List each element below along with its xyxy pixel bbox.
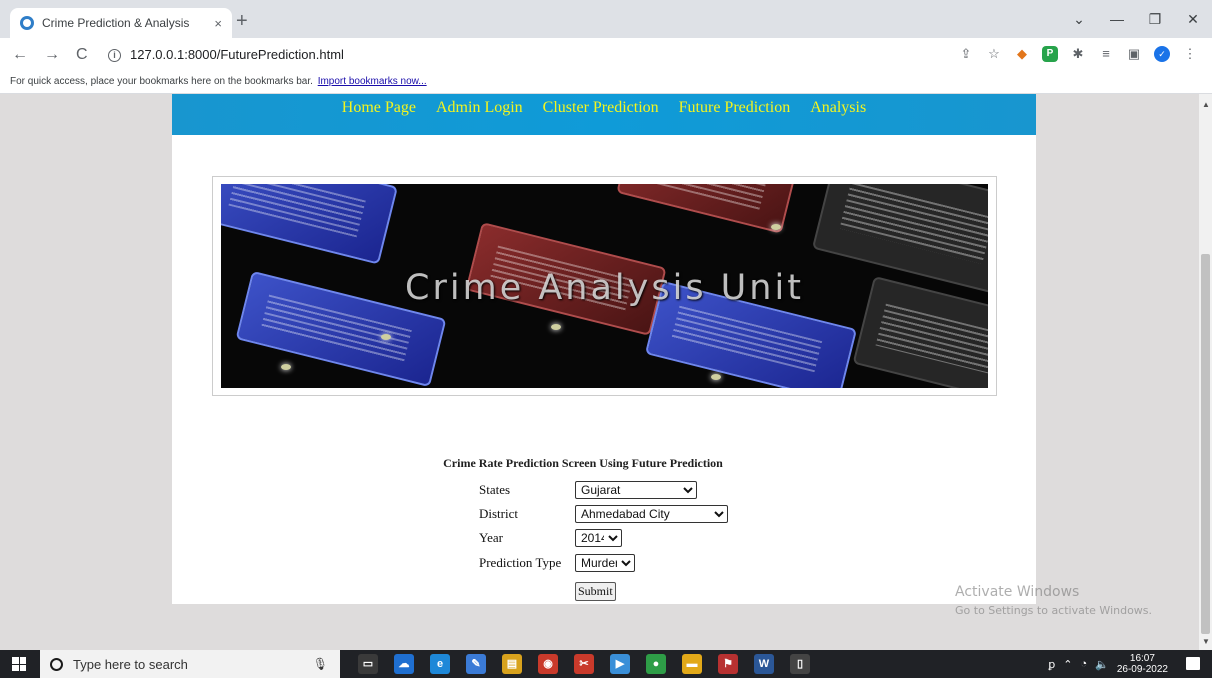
- clock-time: 16:07: [1129, 653, 1155, 664]
- side-panel-icon[interactable]: ▣: [1126, 46, 1142, 62]
- close-window-button[interactable]: ✕: [1174, 0, 1212, 38]
- close-tab-icon[interactable]: ×: [214, 16, 222, 31]
- forward-icon[interactable]: →: [44, 45, 60, 65]
- file-explorer-icon[interactable]: ▬: [682, 654, 702, 674]
- tab-title: Crime Prediction & Analysis: [42, 16, 190, 30]
- menu-future-prediction[interactable]: Future Prediction: [679, 99, 791, 135]
- main-menu: Home Page Admin Login Cluster Prediction…: [172, 94, 1036, 135]
- edge-icon[interactable]: e: [430, 654, 450, 674]
- year-label: Year: [479, 530, 503, 545]
- prediction-type-select[interactable]: Murder: [575, 554, 635, 572]
- district-select[interactable]: Ahmedabad City: [575, 505, 728, 523]
- menu-kebab-icon[interactable]: ⋮: [1182, 46, 1198, 62]
- metamask-extension-icon[interactable]: ◆: [1014, 46, 1030, 62]
- import-bookmarks-link[interactable]: Import bookmarks now...: [318, 76, 427, 87]
- back-icon[interactable]: ←: [12, 45, 28, 65]
- banner-frame: Crime Analysis Unit: [212, 176, 997, 396]
- states-select[interactable]: Gujarat: [575, 481, 697, 499]
- word-icon[interactable]: W: [754, 654, 774, 674]
- address-bar[interactable]: 127.0.0.1:8000/FuturePrediction.html: [130, 47, 344, 62]
- menu-home-page[interactable]: Home Page: [342, 99, 416, 135]
- banner-title: Crime Analysis Unit: [405, 268, 804, 308]
- tab-search-icon[interactable]: ⌄: [1060, 0, 1098, 38]
- globe-icon: [20, 16, 34, 30]
- year-select[interactable]: 2014: [575, 529, 622, 547]
- app-tool-icon[interactable]: ✂: [574, 654, 594, 674]
- system-tray: ꝑ ⌃ ◔ 🔈 16:07 26-09-2022: [1048, 653, 1168, 675]
- menu-admin-login[interactable]: Admin Login: [436, 99, 523, 135]
- tray-chevron-icon[interactable]: ⌃: [1063, 658, 1072, 671]
- reading-list-icon[interactable]: ≡: [1098, 46, 1114, 62]
- submit-button[interactable]: Submit: [575, 582, 616, 601]
- extensions-puzzle-icon[interactable]: ✱: [1070, 46, 1086, 62]
- shield-extension-icon[interactable]: ✓: [1154, 46, 1170, 62]
- year-row: Year 2014: [479, 529, 622, 547]
- browser-toolbar: ← → C i 127.0.0.1:8000/FuturePrediction.…: [0, 38, 1212, 72]
- task-view-icon[interactable]: ▭: [358, 654, 378, 674]
- windows-taskbar: Type here to search 🎙 ▭ ☁ e ✎ ▤ ◉ ✂ ▶ ● …: [0, 650, 1212, 678]
- restore-button[interactable]: ❐: [1136, 0, 1174, 38]
- browser-tab-strip: Crime Prediction & Analysis × + ⌄ — ❐ ✕: [0, 0, 1212, 38]
- app-flag-icon[interactable]: ⚑: [718, 654, 738, 674]
- app-blue-icon[interactable]: ▶: [610, 654, 630, 674]
- bookmarks-hint: For quick access, place your bookmarks h…: [10, 76, 313, 87]
- crime-analysis-banner: Crime Analysis Unit: [221, 184, 988, 388]
- app-red-icon[interactable]: ◉: [538, 654, 558, 674]
- district-row: District Ahmedabad City: [479, 505, 728, 523]
- clock[interactable]: 16:07 26-09-2022: [1117, 653, 1168, 675]
- prediction-type-row: Prediction Type Murder: [479, 554, 635, 572]
- page-viewport: Home Page Admin Login Cluster Prediction…: [0, 94, 1199, 650]
- taskbar-apps: ▭ ☁ e ✎ ▤ ◉ ✂ ▶ ● ▬ ⚑ W ▯: [358, 654, 810, 674]
- windows-start-icon[interactable]: [12, 657, 26, 671]
- store-icon[interactable]: ▤: [502, 654, 522, 674]
- network-icon[interactable]: ◔: [1080, 658, 1087, 670]
- browser-tab[interactable]: Crime Prediction & Analysis ×: [10, 8, 232, 38]
- reload-icon[interactable]: C: [76, 45, 88, 65]
- people-icon[interactable]: ꝑ: [1048, 658, 1055, 671]
- activate-windows-watermark: Activate Windows Go to Settings to activ…: [955, 584, 1153, 617]
- clock-date: 26-09-2022: [1116, 664, 1168, 675]
- volume-icon[interactable]: 🔈: [1095, 658, 1109, 671]
- microphone-icon[interactable]: 🎙: [313, 657, 328, 671]
- states-label: States: [479, 482, 511, 497]
- notification-icon[interactable]: [1186, 657, 1200, 670]
- prediction-type-label: Prediction Type: [479, 555, 562, 570]
- notes-icon[interactable]: ✎: [466, 654, 486, 674]
- weather-icon[interactable]: ☁: [394, 654, 414, 674]
- scroll-up-icon[interactable]: ▲: [1202, 100, 1210, 109]
- taskbar-search-placeholder: Type here to search: [73, 656, 188, 672]
- form-title: Crime Rate Prediction Screen Using Futur…: [443, 456, 723, 470]
- menu-analysis[interactable]: Analysis: [810, 99, 866, 135]
- chrome-icon[interactable]: ●: [646, 654, 666, 674]
- vertical-scrollbar[interactable]: ▲ ▼: [1199, 94, 1212, 650]
- share-icon[interactable]: ⇪: [958, 46, 974, 62]
- info-icon[interactable]: i: [108, 49, 121, 62]
- menu-cluster-prediction[interactable]: Cluster Prediction: [543, 99, 659, 135]
- bookmark-star-icon[interactable]: ☆: [986, 46, 1002, 62]
- window-controls: ⌄ — ❐ ✕: [1060, 0, 1212, 38]
- cortana-icon: [50, 657, 63, 671]
- page-container: Home Page Admin Login Cluster Prediction…: [172, 94, 1036, 604]
- scroll-down-icon[interactable]: ▼: [1202, 637, 1210, 646]
- district-label: District: [479, 506, 518, 521]
- green-extension-icon[interactable]: P: [1042, 46, 1058, 62]
- states-row: States Gujarat: [479, 481, 697, 499]
- taskbar-search[interactable]: Type here to search 🎙: [40, 650, 340, 678]
- new-tab-button[interactable]: +: [236, 11, 248, 31]
- minimize-button[interactable]: —: [1098, 0, 1136, 38]
- scroll-thumb[interactable]: [1201, 254, 1210, 634]
- bookmarks-bar: For quick access, place your bookmarks h…: [0, 72, 1212, 94]
- terminal-icon[interactable]: ▯: [790, 654, 810, 674]
- toolbar-icons: ⇪ ☆ ◆ P ✱ ≡ ▣ ✓ ⋮: [958, 46, 1198, 62]
